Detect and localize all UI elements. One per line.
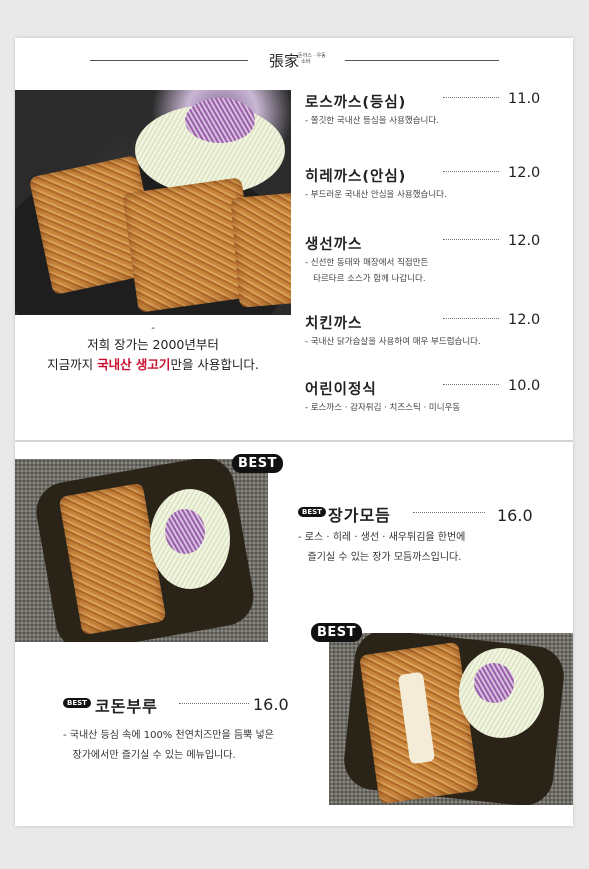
best-item-desc: - 로스 · 히레 · 생선 · 새우튀김을 한번에 즐기실 수 있는 장가 모… [298, 532, 466, 563]
brand-logo: 張家 [269, 52, 300, 70]
menu-item-name: 어린이정식 [305, 382, 377, 398]
menu-item-name: 생선까스 [305, 237, 363, 253]
menu-item-desc: - 신선한 동태와 매장에서 직접만든 타르타르 소스가 함께 나갑니다. [305, 258, 429, 284]
intro-text: - 저희 장가는 2000년부터 지금까지 국내산 생고기만을 사용합니다. [15, 323, 291, 375]
menu-item-price: 10.0 [508, 378, 541, 394]
intro-highlight: 국내산 생고기 [97, 357, 171, 372]
menu-item-price: 11.0 [508, 91, 541, 107]
menu-item-desc: - 국내산 닭가슴살을 사용하여 매우 부드럽습니다. [305, 337, 481, 347]
cordon-bleu-photo [329, 633, 573, 805]
best-badge: BEST [311, 623, 363, 642]
best-badge-small: BEST [298, 507, 326, 517]
menu-item-desc: - 부드러운 국내산 안심을 사용했습니다. [305, 190, 447, 200]
menu-item-name: 로스까스(등심) [305, 95, 407, 111]
brand-subtitle: 돈까스 · 우동 · 소바 [298, 53, 326, 65]
best-item-name: 장가모듬 [328, 506, 391, 525]
menu-card-best: BEST BEST 장가모듬 16.0 - 로스 · 히레 · 생선 · 새우튀… [15, 442, 573, 826]
menu-item-desc: - 쫄깃한 국내산 등심을 사용했습니다. [305, 116, 439, 126]
menu-card-top: 張家 돈까스 · 우동 · 소바 - 저희 장가는 2000년부터 지금까지 국… [15, 38, 573, 440]
rosu-katsu-photo [15, 90, 291, 315]
menu-item-price: 12.0 [508, 312, 541, 328]
modeum-katsu-photo [15, 459, 268, 642]
header-divider-left [90, 60, 248, 61]
menu-item-price: 12.0 [508, 233, 541, 249]
menu-item-name: 히레까스(안심) [305, 169, 407, 185]
best-item-price: 16.0 [253, 695, 289, 714]
best-badge-small: BEST [63, 698, 91, 708]
header-divider-right [345, 60, 499, 61]
menu-item-name: 치킨까스 [305, 316, 363, 332]
menu-item-desc: - 로스까스 · 감자튀김 · 치즈스틱 · 미니우동 [305, 403, 461, 413]
best-item-desc: - 국내산 등심 속에 100% 천연치즈만을 듬뿍 넣은 장가에서만 즐기실 … [63, 730, 274, 761]
best-badge: BEST [232, 454, 284, 473]
intro-line1: 저희 장가는 2000년부터 [87, 337, 219, 352]
best-item-price: 16.0 [497, 506, 533, 525]
menu-item-price: 12.0 [508, 165, 541, 181]
intro-line2: 지금까지 국내산 생고기만을 사용합니다. [47, 357, 259, 372]
best-item-name: 코돈부루 [95, 697, 158, 716]
